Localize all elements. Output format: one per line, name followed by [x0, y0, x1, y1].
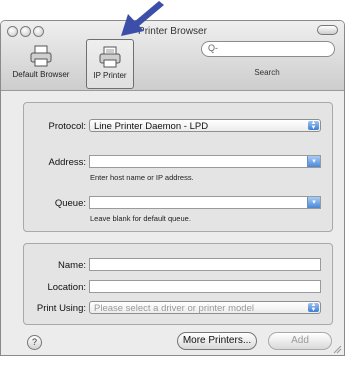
toolbar-toggle-button[interactable] [317, 25, 338, 35]
print-using-label: Print Using: [36, 303, 86, 314]
ip-printer-button[interactable]: IP Printer [86, 39, 134, 89]
protocol-value: Line Printer Daemon - LPD [94, 121, 209, 132]
printer-browser-window: Printer Browser Default Browser IP Print… [0, 20, 345, 356]
ip-printer-label: IP Printer [93, 71, 127, 80]
search-icon: Q- [208, 43, 218, 53]
search-input[interactable]: Q- [201, 41, 335, 57]
search-label: Search [254, 68, 280, 77]
more-printers-button[interactable]: More Printers... [177, 332, 257, 350]
default-browser-label: Default Browser [12, 70, 70, 79]
protocol-label: Protocol: [48, 121, 87, 132]
address-hint: Enter host name or IP address. [90, 173, 194, 182]
window-title: Printer Browser [138, 26, 207, 37]
address-label: Address: [48, 157, 87, 168]
name-field[interactable] [89, 258, 321, 271]
protocol-select[interactable]: Line Printer Daemon - LPD ▲ ▼ [89, 119, 321, 132]
combo-dropdown-icon[interactable]: ▾ [307, 156, 320, 167]
queue-hint: Leave blank for default queue. [90, 214, 191, 223]
queue-label: Queue: [54, 198, 86, 209]
resize-grip-icon[interactable] [332, 344, 342, 354]
default-browser-button[interactable]: Default Browser [3, 39, 79, 87]
select-stepper-icon: ▲ ▼ [308, 302, 319, 313]
connection-settings-panel: Protocol: Line Printer Daemon - LPD ▲ ▼ A… [23, 102, 333, 232]
help-button[interactable]: ? [27, 335, 42, 350]
network-printer-icon [99, 46, 121, 68]
address-field[interactable]: ▾ [89, 155, 321, 168]
window-titlebar: Printer Browser Default Browser IP Print… [1, 21, 344, 91]
location-label: Location: [47, 282, 86, 293]
location-field[interactable] [89, 280, 321, 293]
printer-icon [30, 45, 52, 67]
name-label: Name: [58, 260, 86, 271]
print-using-select[interactable]: Please select a driver or printer model … [89, 301, 321, 314]
annotation-arrow-icon [121, 1, 164, 36]
select-stepper-icon: ▲ ▼ [308, 120, 319, 131]
queue-field[interactable]: ▾ [89, 196, 321, 209]
add-button[interactable]: Add [268, 332, 332, 350]
print-using-value: Please select a driver or printer model [94, 303, 254, 314]
printer-details-panel: Name: Location: Print Using: Please sele… [23, 243, 333, 325]
combo-dropdown-icon[interactable]: ▾ [307, 197, 320, 208]
